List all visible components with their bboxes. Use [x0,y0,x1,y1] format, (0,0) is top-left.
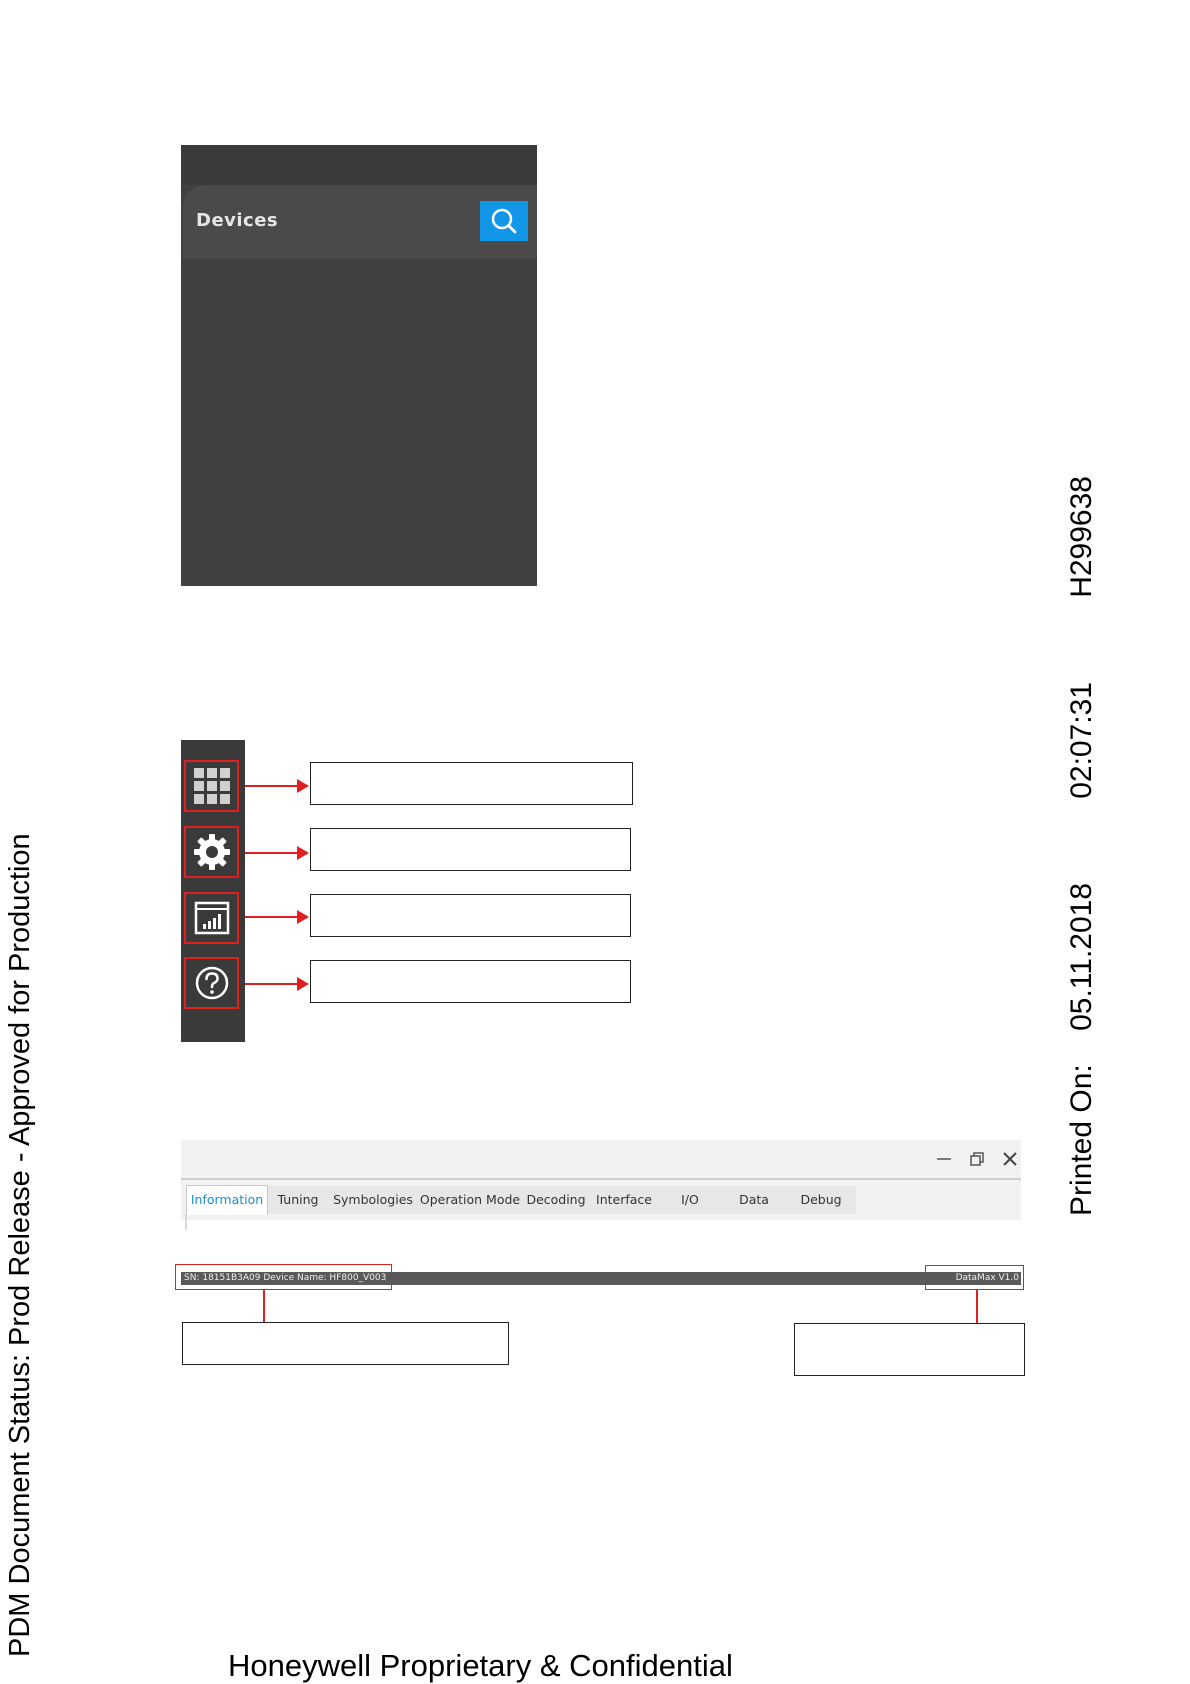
callout-box-serial [182,1322,509,1365]
callout-arrow-grid [245,779,309,793]
nav-item-settings[interactable] [184,826,239,878]
nav-item-help[interactable] [184,957,239,1009]
callout-arrow-help [245,977,309,991]
callout-line-serial [263,1290,265,1322]
printed-on-label-group: Printed On: 05.11.2018 [1061,883,1103,1216]
printed-date: 05.11.2018 [1065,882,1098,1031]
tab-interface[interactable]: Interface [590,1186,658,1214]
tab-debug[interactable]: Debug [786,1186,856,1214]
app-window: Information Tuning Symbologies Operation… [181,1140,1021,1230]
search-button[interactable] [480,201,528,241]
document-id: H299638 [1065,476,1098,598]
close-icon [1003,1152,1017,1166]
help-icon [195,966,228,1000]
printed-time: 02:07:31 [1065,682,1098,799]
tab-io[interactable]: I/O [658,1186,722,1214]
tab-edge [185,1214,187,1230]
tab-symbologies[interactable]: Symbologies [328,1186,418,1214]
callout-box-settings [310,828,631,871]
callout-arrow-settings [245,846,309,860]
callout-arrow-report [245,910,309,924]
callout-box-report [310,894,631,937]
devices-header: Devices [183,185,537,259]
tab-bar: Information Tuning Symbologies Operation… [186,1185,1021,1215]
callout-box-version [794,1323,1025,1376]
devices-panel: Devices [181,145,537,586]
highlight-version [925,1265,1024,1290]
tab-operation-mode[interactable]: Operation Mode [418,1186,522,1214]
pdm-document-status: PDM Document Status: Prod Release - Appr… [4,833,36,1657]
report-icon [194,901,229,935]
search-icon [491,208,517,234]
side-nav [181,740,245,1042]
minimize-button[interactable] [933,1148,955,1170]
callout-line-version [976,1290,978,1323]
tab-information[interactable]: Information [186,1185,268,1215]
minimize-icon [937,1158,951,1160]
print-info: Printed On: 05.11.2018 02:07:31 H299638 [1061,476,1103,1216]
devices-title: Devices [196,210,279,231]
highlight-serial [175,1264,392,1290]
title-bar [181,1140,1021,1180]
callout-box-grid [310,762,633,805]
grid-icon [193,768,230,804]
nav-item-report[interactable] [184,892,239,944]
devices-panel-top [181,145,537,185]
callout-box-help [310,960,631,1003]
gear-icon [193,834,230,870]
tab-data[interactable]: Data [722,1186,786,1214]
restore-button[interactable] [966,1148,988,1170]
tab-decoding[interactable]: Decoding [522,1186,590,1214]
footer-confidential: Honeywell Proprietary & Confidential [228,1648,733,1683]
nav-item-grid[interactable] [184,760,239,812]
close-button[interactable] [999,1148,1021,1170]
printed-on-label: Printed On: [1065,1064,1098,1216]
tab-tuning[interactable]: Tuning [268,1186,328,1214]
restore-icon [970,1152,984,1166]
